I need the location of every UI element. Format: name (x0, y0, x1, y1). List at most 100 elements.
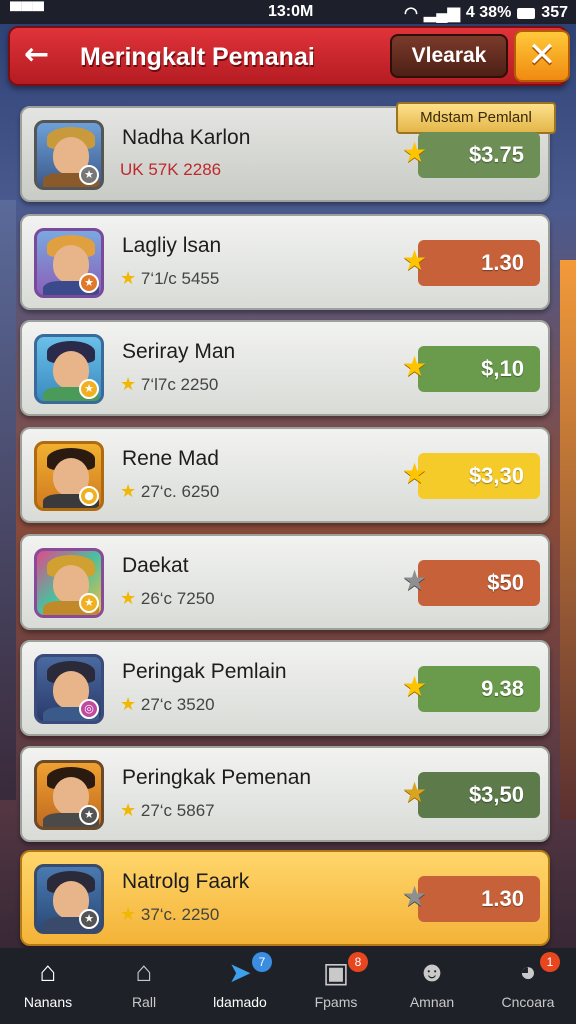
score-pill: 9.38 (418, 666, 540, 712)
nav-label: Amnan (409, 994, 455, 1010)
battery-text: 4 38% (465, 4, 512, 21)
player-stats: ★ 27‘c 3520 (120, 694, 215, 714)
player-row[interactable]: ● Rene Mad ★ 27‘c. 6250 $3,30 ★ (20, 427, 550, 523)
status-left: ▀▀▀ (10, 3, 45, 20)
player-row[interactable]: ◎ Peringak Pemlain ★ 27‘c 3520 9.38 ★ (20, 640, 550, 736)
nav-label: Cncoara (501, 994, 555, 1010)
status-bar: ▀▀▀ 13:0M ◠ ▂▄▆ 4 38% 357 (0, 0, 576, 24)
image-icon: ▣ (322, 957, 350, 988)
nav-label: ldamado (213, 994, 267, 1010)
rank-badge-icon: ★ (79, 805, 99, 825)
nav-item-ldamado[interactable]: ➤ ldamado 7 (192, 948, 288, 1024)
star-icon: ★ (402, 457, 428, 490)
player-avatar: ★ (34, 760, 104, 830)
star-icon: ★ (402, 776, 428, 809)
page-title: Meringkalt Pemanai (80, 43, 315, 71)
score-pill: 1.30 (418, 240, 540, 286)
player-avatar: ★ (34, 548, 104, 618)
player-name: Daekat (122, 554, 189, 577)
player-avatar: ★ (34, 334, 104, 404)
home-icon: ⌂ (39, 956, 57, 987)
nav-item-rall[interactable]: ⌂ Rall (96, 948, 192, 1024)
nav-label: Rall (131, 994, 157, 1010)
star-icon: ★ (402, 670, 428, 703)
close-icon: ✕ (527, 35, 557, 75)
bottom-nav: ⌂ Nanans ⌂ Rall ➤ ldamado 7 ▣ Fpams 8 ☻ … (0, 948, 576, 1024)
small-star-icon: ★ (120, 904, 137, 924)
face-icon: ☻ (417, 956, 447, 987)
nav-label: Fpams (314, 994, 358, 1010)
player-stats: ★ 37‘c. 2250 (120, 904, 220, 924)
star-icon: ★ (402, 244, 428, 277)
player-row[interactable]: ★ Daekat ★ 26‘c 7250 $50 ★ (20, 534, 550, 630)
player-stats: ★ 7‘l7c 2250 (120, 374, 219, 394)
player-avatar: ★ (34, 228, 104, 298)
small-star-icon: ★ (120, 374, 137, 394)
score-pill: $3,50 (418, 772, 540, 818)
rank-badge-icon: ◎ (79, 699, 99, 719)
player-name: Nadha Karlon (122, 126, 251, 149)
small-star-icon: ★ (120, 588, 137, 608)
player-stats: ★ 26‘c 7250 (120, 588, 215, 608)
player-row-current[interactable]: ★ Natrolg Faark ★ 37‘c. 2250 1.30 ★ (20, 850, 550, 946)
send-icon: ➤ (228, 957, 252, 988)
nav-item-nanans[interactable]: ⌂ Nanans (0, 948, 96, 1024)
back-button[interactable]: ← (24, 38, 60, 74)
background-building-right (560, 260, 576, 820)
player-name: Rene Mad (122, 447, 219, 470)
status-right: ◠ ▂▄▆ 4 38% 357 (404, 3, 568, 23)
rank-badge-icon: ★ (79, 379, 99, 399)
score-pill: $50 (418, 560, 540, 606)
player-name: Lagliy lsan (122, 234, 222, 257)
row-tag-label: Mdstam Pemlanl (396, 102, 556, 134)
rank-badge-icon: ● (79, 486, 99, 506)
player-name: Natrolg Faark (122, 870, 250, 893)
score-pill: 1.30 (418, 876, 540, 922)
player-avatar: ◎ (34, 654, 104, 724)
player-avatar: ● (34, 441, 104, 511)
rank-badge-icon: ★ (79, 165, 99, 185)
player-name: Seriray Man (122, 340, 236, 363)
rank-badge-icon: ★ (79, 273, 99, 293)
header-action-button[interactable]: Vlearak (390, 34, 508, 78)
player-avatar: ★ (34, 120, 104, 190)
player-stats: ★ 7‘1/c 5455 (120, 268, 220, 288)
small-star-icon: ★ (120, 268, 137, 288)
status-extra: 357 (541, 4, 568, 21)
star-icon: ★ (402, 564, 428, 597)
rank-badge-icon: ★ (79, 909, 99, 929)
star-icon: ★ (402, 136, 428, 169)
player-stats: UK 57K 2286 (120, 160, 222, 179)
nav-item-fpams[interactable]: ▣ Fpams 8 (288, 948, 384, 1024)
nav-item-amnan[interactable]: ☻ Amnan (384, 948, 480, 1024)
player-row[interactable]: ★ Nadha Karlon UK 57K 2286 Mdstam Pemlan… (20, 102, 556, 202)
star-icon: ★ (402, 350, 428, 383)
small-star-icon: ★ (120, 694, 137, 714)
small-star-icon: ★ (120, 481, 137, 501)
player-row[interactable]: ★ Peringkak Pemenan ★ 27‘c 5867 $3,50 ★ (20, 746, 550, 842)
close-button[interactable]: ✕ (514, 30, 570, 82)
player-row[interactable]: ★ Seriray Man ★ 7‘l7c 2250 $,10 ★ (20, 320, 550, 416)
player-name: Peringak Pemlain (122, 660, 287, 683)
player-name: Peringkak Pemenan (122, 766, 312, 789)
notification-badge: 7 (252, 952, 272, 972)
signal-icon: ▂▄▆ (423, 5, 460, 22)
rank-badge-icon: ★ (79, 593, 99, 613)
wifi-icon: ◠ (404, 5, 418, 22)
player-avatar: ★ (34, 864, 104, 934)
leaderboard-list[interactable]: ★ Nadha Karlon UK 57K 2286 Mdstam Pemlan… (16, 92, 560, 948)
notification-badge: 1 (540, 952, 560, 972)
nav-item-cncoara[interactable]: ◕ Cncoara 1 (480, 948, 576, 1024)
status-time: 13:0M (268, 3, 314, 20)
small-star-icon: ★ (120, 800, 137, 820)
score-pill: $3.75 (418, 132, 540, 178)
header-bar: ← Meringkalt Pemanai Vlearak ✕ (8, 26, 570, 86)
player-stats: ★ 27‘c 5867 (120, 800, 215, 820)
nav-label: Nanans (23, 994, 73, 1010)
score-pill: $3,30 (418, 453, 540, 499)
background-building-left (0, 200, 16, 800)
score-pill: $,10 (418, 346, 540, 392)
battery-icon (517, 7, 536, 19)
star-icon: ★ (402, 880, 428, 913)
player-row[interactable]: ★ Lagliy lsan ★ 7‘1/c 5455 1.30 ★ (20, 214, 550, 310)
